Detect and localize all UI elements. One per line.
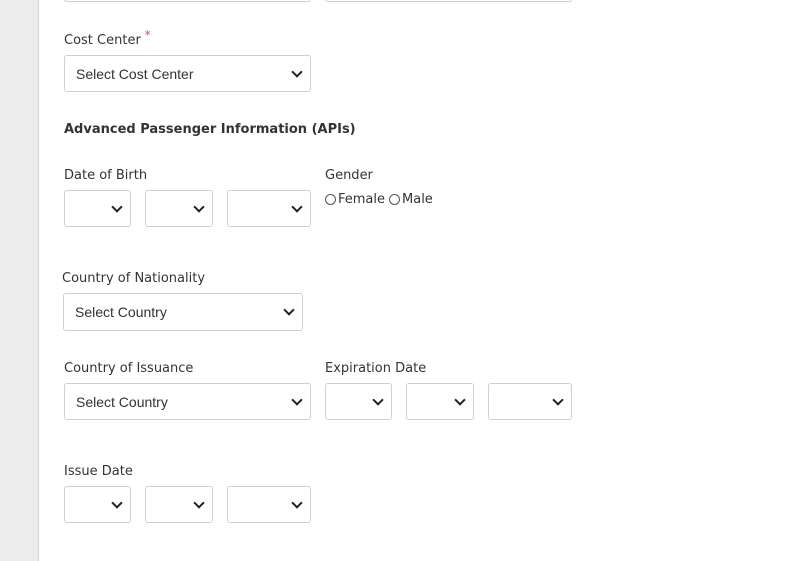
gender-label: Gender [325,168,373,183]
cost-center-select[interactable]: Select Cost Center [64,55,311,92]
issue-date-label: Issue Date [64,464,133,479]
nationality-select[interactable]: Select Country [63,293,303,331]
nationality-label: Country of Nationality [62,271,206,286]
previous-field-left[interactable] [64,0,311,2]
chevron-down-icon [193,497,205,509]
gender-male-radio[interactable] [389,194,401,205]
issuance-select[interactable]: Select Country [64,383,311,420]
chevron-down-icon [291,497,303,509]
left-gutter [0,0,39,561]
chevron-down-icon [111,497,123,509]
issue-year-select[interactable] [227,486,311,523]
gender-female-radio[interactable] [325,194,336,205]
issuance-select-value: Select Country [76,394,168,410]
chevron-down-icon [193,201,205,213]
issue-month-select[interactable] [64,486,131,523]
chevron-down-icon [291,394,303,406]
nationality-select-value: Select Country [75,304,167,320]
cost-center-select-value: Select Cost Center [76,66,194,82]
expiration-year-select[interactable] [488,383,572,420]
previous-field-right[interactable] [325,0,572,2]
gender-female-label: Female [338,192,386,207]
gender-radio-group: Female Male [325,192,437,207]
chevron-down-icon [283,304,295,316]
issuance-label: Country of Issuance [64,361,194,376]
chevron-down-icon [552,394,564,406]
dob-year-select[interactable] [227,190,311,227]
chevron-down-icon [291,201,303,213]
chevron-down-icon [111,201,123,213]
expiration-month-select[interactable] [325,383,392,420]
required-asterisk: * [144,28,151,42]
expiration-day-select[interactable] [406,383,474,420]
chevron-down-icon [454,394,466,406]
date-of-birth-label: Date of Birth [64,168,148,183]
gender-male-label: Male [402,192,433,207]
expiration-date-label: Expiration Date [325,361,427,376]
apis-heading: Advanced Passenger Information (APIs) [64,122,356,137]
dob-month-select[interactable] [64,190,131,227]
issue-day-select[interactable] [145,486,213,523]
chevron-down-icon [291,66,303,78]
chevron-down-icon [372,394,384,406]
cost-center-label: Cost Center * [64,28,151,48]
dob-day-select[interactable] [145,190,213,227]
